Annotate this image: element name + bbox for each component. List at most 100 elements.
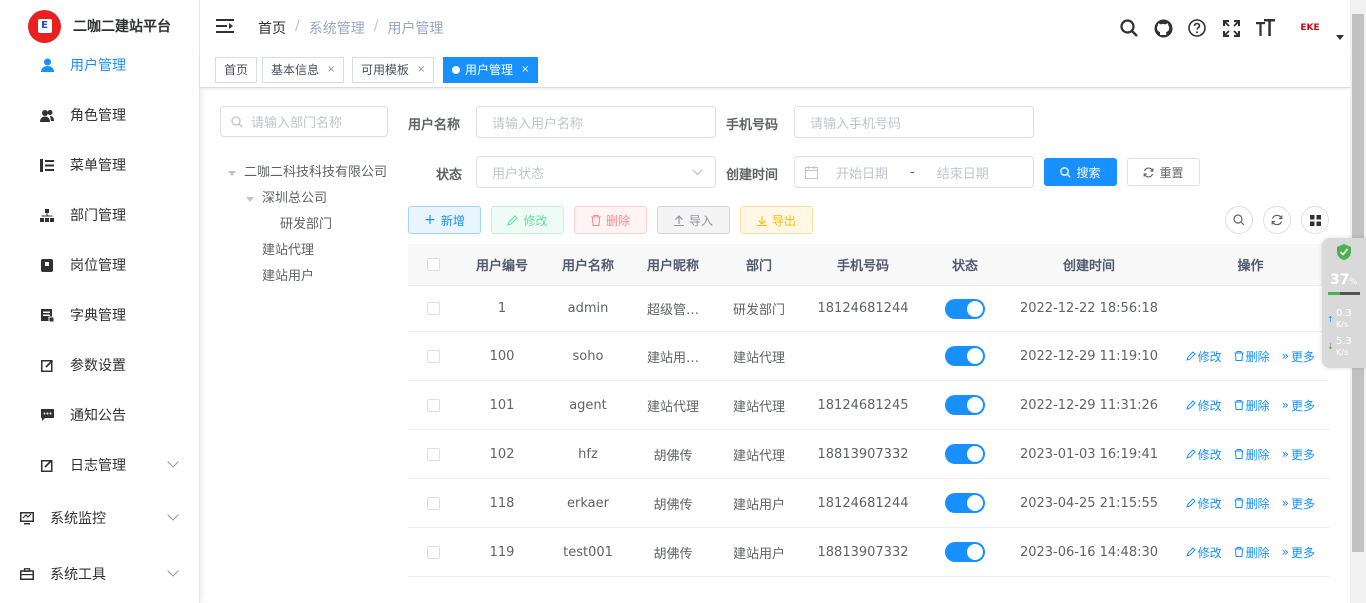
username-input[interactable]: 请输入用户名称	[476, 106, 716, 138]
user-table: 用户编号 用户名称 用户昵称 部门 手机号码 状态 创建时间 操作 1 admin…	[408, 244, 1329, 577]
sidebar-item-notices[interactable]: 通知公告	[0, 390, 199, 440]
tree-node-users[interactable]: 建站用户	[228, 264, 387, 290]
row-more-link[interactable]: » 更多	[1282, 495, 1315, 512]
edit-button[interactable]: 修改	[491, 206, 564, 234]
avatar[interactable]: EKE	[1290, 14, 1344, 42]
sidebar-item-label: 参数设置	[70, 358, 126, 374]
row-checkbox[interactable]	[408, 447, 458, 461]
sidebar-item-dicts[interactable]: 字典管理	[0, 290, 199, 340]
start-date-placeholder[interactable]: 开始日期	[836, 163, 888, 182]
tree-node-label: 二咖二科技科技有限公司	[244, 165, 388, 180]
tree-node-root[interactable]: 二咖二科技科技有限公司	[228, 160, 387, 186]
table-row[interactable]: 102 hfz 胡佛传 建站代理 18813907332 2023-01-03 16:19…	[408, 430, 1329, 479]
tree-node-rd[interactable]: 研发部门	[228, 212, 387, 238]
status-switch[interactable]	[945, 542, 985, 562]
columns-button[interactable]	[1301, 206, 1329, 234]
table-row[interactable]: 101 agent 建站代理 建站代理 18124681245 2022-12-29 11…	[408, 381, 1329, 430]
status-select[interactable]: 用户状态	[476, 156, 716, 188]
row-edit-link[interactable]: 修改	[1185, 397, 1222, 414]
tag-user-management[interactable]: 用户管理 ×	[443, 57, 539, 83]
row-edit-link[interactable]: 修改	[1185, 446, 1222, 463]
export-button[interactable]: 导出	[740, 206, 813, 234]
tree-node-agents[interactable]: 建站代理	[228, 238, 387, 264]
row-edit-link[interactable]: 修改	[1185, 348, 1222, 365]
row-checkbox[interactable]	[408, 302, 458, 315]
github-icon[interactable]	[1152, 17, 1174, 39]
question-icon[interactable]	[1186, 17, 1208, 39]
breadcrumb: 首页 / 系统管理 / 用户管理	[258, 18, 443, 38]
row-delete-link[interactable]: 删除	[1234, 348, 1270, 365]
table-row[interactable]: 119 test001 胡佛传 建站用户 18813907332 2023-06-16 1…	[408, 528, 1329, 577]
add-button[interactable]: + 新增	[408, 206, 481, 234]
status-switch[interactable]	[945, 346, 985, 366]
row-delete-link[interactable]: 删除	[1234, 544, 1270, 561]
column-header: 用户昵称	[646, 259, 699, 274]
sidebar-group-monitor[interactable]: 系统监控	[0, 490, 199, 546]
trash-icon	[1234, 351, 1244, 361]
table-row[interactable]: 1 admin 超级管… 研发部门 18124681244 2022-12-22 18:5…	[408, 286, 1329, 332]
status-switch[interactable]	[945, 395, 985, 415]
sidebar-item-logs[interactable]: 日志管理	[0, 440, 199, 490]
date-range-picker[interactable]: 开始日期 - 结束日期	[794, 156, 1034, 188]
row-delete-link[interactable]: 删除	[1234, 446, 1270, 463]
delete-button[interactable]: 删除	[574, 206, 647, 234]
sidebar-item-roles[interactable]: 角色管理	[0, 90, 199, 140]
sidebar-item-depts[interactable]: 部门管理	[0, 190, 199, 240]
status-switch[interactable]	[945, 444, 985, 464]
import-button[interactable]: 导入	[657, 206, 730, 234]
close-icon[interactable]: ×	[417, 58, 425, 82]
refresh-button[interactable]	[1263, 206, 1291, 234]
font-size-icon[interactable]	[1254, 17, 1276, 39]
row-more-link[interactable]: » 更多	[1282, 446, 1315, 463]
row-edit-label: 修改	[1197, 349, 1222, 364]
double-arrow-right-icon: »	[1281, 447, 1289, 461]
breadcrumb-home[interactable]: 首页	[258, 18, 286, 38]
trash-icon	[1234, 449, 1244, 459]
row-more-link[interactable]: » 更多	[1282, 544, 1315, 561]
sidebar-group-tools[interactable]: 系统工具	[0, 546, 199, 602]
sidebar-item-label: 菜单管理	[70, 158, 126, 174]
close-icon[interactable]: ×	[521, 58, 529, 82]
sidebar-item-params[interactable]: 参数设置	[0, 340, 199, 390]
sidebar-item-users[interactable]: 用户管理	[0, 40, 199, 90]
row-more-link[interactable]: » 更多	[1282, 397, 1315, 414]
tree-table-icon	[40, 158, 54, 172]
row-edit-link[interactable]: 修改	[1185, 495, 1222, 512]
tags-view: 首页 基本信息 × 可用模板 × 用户管理 ×	[200, 54, 1350, 88]
row-checkbox[interactable]	[408, 496, 458, 510]
peoples-icon	[40, 108, 54, 122]
table-row[interactable]: 118 erkaer 胡佛传 建站用户 18124681244 2023-04-25 21…	[408, 479, 1329, 528]
hamburger-icon[interactable]	[216, 18, 234, 34]
row-checkbox[interactable]	[408, 349, 458, 363]
search-icon[interactable]	[1118, 17, 1140, 39]
chevron-down-icon	[167, 509, 179, 521]
reset-button[interactable]: 重置	[1127, 158, 1200, 186]
row-more-link[interactable]: » 更多	[1282, 348, 1315, 365]
tag-home[interactable]: 首页	[215, 57, 258, 83]
search-button[interactable]: 搜索	[1044, 158, 1117, 186]
tag-templates[interactable]: 可用模板 ×	[352, 57, 435, 83]
status-switch[interactable]	[945, 298, 985, 319]
edit-icon	[1185, 547, 1196, 557]
tree-node-shenzhen[interactable]: 深圳总公司	[228, 186, 387, 212]
sidebar-item-posts[interactable]: 岗位管理	[0, 240, 199, 290]
close-icon[interactable]: ×	[327, 58, 335, 82]
row-edit-link[interactable]: 修改	[1185, 544, 1222, 561]
toggle-search-button[interactable]	[1225, 206, 1253, 234]
cell-user-name: erkaer	[567, 495, 609, 511]
tag-basic-info[interactable]: 基本信息 ×	[262, 57, 345, 83]
select-all-checkbox[interactable]	[408, 258, 458, 271]
row-delete-link[interactable]: 删除	[1234, 397, 1270, 414]
row-checkbox[interactable]	[408, 545, 458, 559]
status-switch[interactable]	[945, 493, 985, 513]
dept-search-input[interactable]: 请输入部门名称	[220, 106, 388, 137]
sidebar-item-menus[interactable]: 菜单管理	[0, 140, 199, 190]
breadcrumb-separator: /	[373, 18, 379, 34]
row-checkbox[interactable]	[408, 398, 458, 412]
network-speed-widget[interactable]: 37% ↑ 0.3 K/s ↓ 5.3 K/s	[1322, 238, 1366, 368]
table-row[interactable]: 100 soho 建站用… 建站代理 2022-12-29 11:19:10 修改 删除 » 更…	[408, 332, 1329, 381]
end-date-placeholder[interactable]: 结束日期	[937, 163, 989, 182]
fullscreen-icon[interactable]	[1220, 17, 1242, 39]
row-delete-link[interactable]: 删除	[1234, 495, 1270, 512]
phone-input[interactable]: 请输入手机号码	[794, 106, 1034, 138]
